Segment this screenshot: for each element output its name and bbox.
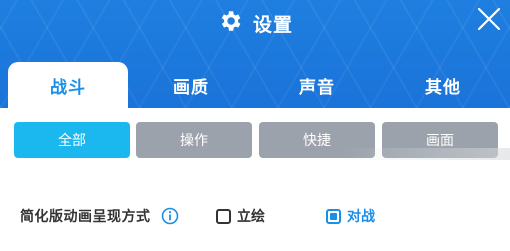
watermark (340, 148, 510, 160)
main-tabs: 战斗 画质 声音 其他 (0, 62, 510, 108)
subtab-label: 全部 (58, 133, 86, 149)
close-button[interactable] (476, 6, 502, 32)
tab-battle[interactable]: 战斗 (8, 62, 128, 108)
option-label: 对战 (347, 209, 375, 225)
close-icon (476, 7, 502, 36)
page-title: 设置 (252, 13, 293, 36)
settings-header: 设置 战斗 画质 声音 其他 (0, 0, 510, 108)
subtab-label: 操作 (180, 133, 208, 149)
tab-label: 画质 (173, 77, 209, 98)
tab-sound[interactable]: 声音 (257, 62, 377, 108)
subtab-controls[interactable]: 操作 (136, 122, 252, 158)
tab-graphics[interactable]: 画质 (131, 62, 251, 108)
setting-label: 简化版动画呈现方式 (20, 209, 151, 225)
checkbox-checked[interactable] (326, 208, 341, 224)
tab-label: 战斗 (50, 77, 86, 98)
gear-icon (217, 8, 243, 38)
subtab-label: 快捷 (303, 133, 331, 149)
tab-other[interactable]: 其他 (383, 62, 503, 108)
option-battle[interactable]: 对战 (326, 204, 375, 228)
checkbox[interactable] (216, 208, 231, 224)
option-portrait[interactable]: 立绘 (216, 204, 265, 228)
info-icon[interactable] (161, 207, 179, 225)
title-bar: 设置 (0, 8, 510, 38)
tab-label: 声音 (299, 77, 335, 98)
subtab-label: 画面 (426, 133, 454, 149)
tab-label: 其他 (425, 77, 461, 98)
option-label: 立绘 (237, 209, 265, 225)
setting-row-animation-mode: 简化版动画呈现方式 (20, 204, 179, 228)
subtab-all[interactable]: 全部 (14, 122, 130, 158)
